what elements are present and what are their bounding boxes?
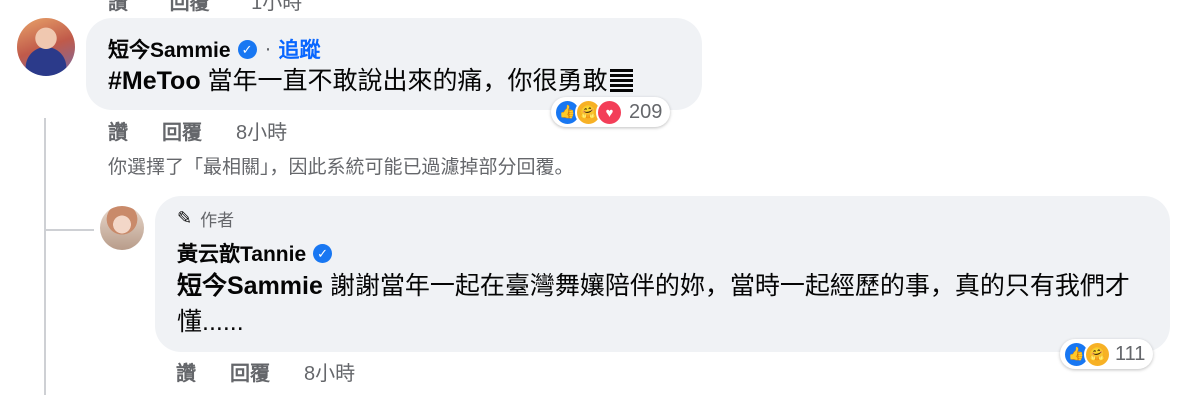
comment-header: 短今Sammie ✓ · 追蹤 [108,34,321,64]
reply-header: 黃云歆Tannie ✓ [177,238,333,268]
follow-button[interactable]: 追蹤 [279,34,321,64]
mention-link[interactable]: 短今Sammie [177,272,323,300]
author-name[interactable]: 黃云歆Tannie [177,238,306,268]
timestamp[interactable]: 8小時 [236,116,287,145]
care-reaction-icon: 🤗 [1084,340,1111,368]
hashtag-link[interactable]: #MeToo [108,67,201,95]
author-badge: ✎ 作者 [177,206,234,231]
previous-comment-actions: 讚 回覆 1小時 [108,0,338,15]
comment-actions: 讚 回覆 8小時 [108,116,287,145]
reaction-count: 111 [1115,342,1146,365]
verified-badge-icon: ✓ [237,39,257,59]
reactions-summary[interactable]: 👍 🤗 ♥ 209 [551,97,671,127]
author-name[interactable]: 短今Sammie [108,34,231,64]
reply-link[interactable]: 回覆 [230,357,270,386]
like-link[interactable]: 讚 [108,0,128,14]
pencil-icon: ✎ [177,208,193,228]
verified-badge-icon: ✓ [313,243,333,263]
timestamp[interactable]: 8小時 [304,357,355,386]
like-link[interactable]: 讚 [176,357,196,386]
reply-link[interactable]: 回覆 [170,0,210,14]
timestamp[interactable]: 1小時 [251,0,302,14]
reaction-count: 209 [629,100,663,123]
bars-emoji-icon [609,69,633,92]
comment-body: 當年一直不敢說出來的痛，你很勇敢 [200,67,608,95]
filter-notice: 你選擇了「最相關」，因此系統可能已過濾掉部分回覆。 [108,157,574,178]
separator: · [264,37,272,60]
author-badge-label: 作者 [200,211,235,230]
avatar[interactable] [17,18,75,76]
reactions-summary[interactable]: 👍 🤗 111 [1060,339,1154,369]
avatar[interactable] [100,206,144,250]
love-reaction-icon: ♥ [596,98,623,126]
comment-text: #MeToo 當年一直不敢說出來的痛，你很勇敢 [108,63,633,99]
reply-text: 短今Sammie 謝謝當年一起在臺灣舞孃陪伴的妳，當時一起經歷的事，真的只有我們… [177,268,1157,340]
thread-connector [44,229,94,231]
like-link[interactable]: 讚 [108,116,128,145]
reply-bubble: ✎ 作者 黃云歆Tannie ✓ 短今Sammie 謝謝當年一起在臺灣舞孃陪伴的… [155,196,1170,352]
reply-link[interactable]: 回覆 [162,116,202,145]
thread-line [44,118,46,395]
reply-actions: 讚 回覆 8小時 [176,357,355,386]
